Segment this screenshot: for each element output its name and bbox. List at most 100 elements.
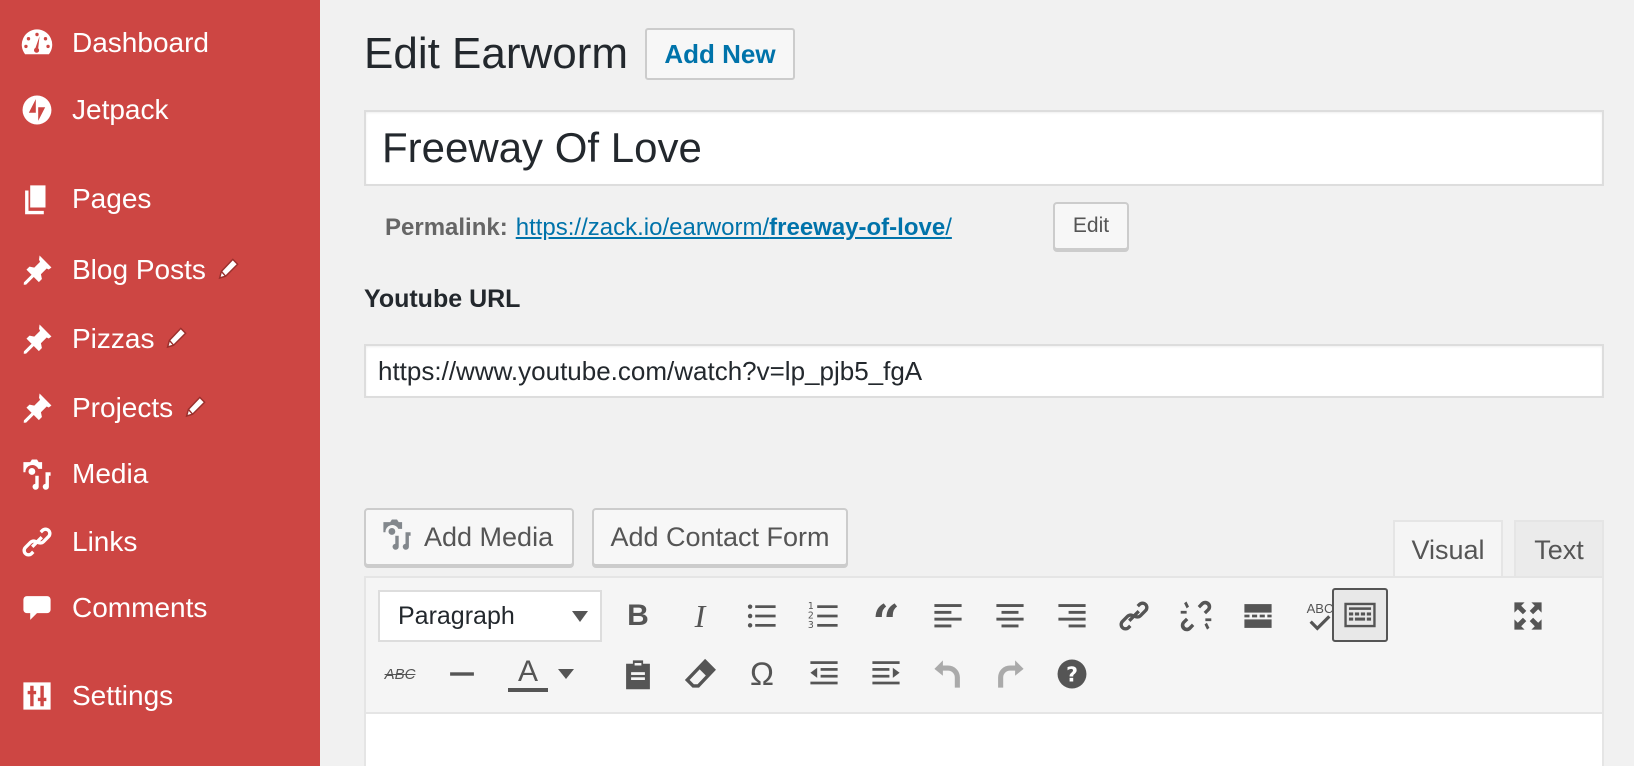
page-title: Edit Earworm [364,29,629,78]
pencil-icon [183,394,207,418]
italic-button[interactable]: I [678,594,722,638]
read-more-icon [1244,604,1272,628]
blockquote-button[interactable]: “ [864,594,908,647]
indent-icon [872,661,900,685]
pin-icon [19,252,55,288]
permalink-slug: freeway-of-love [769,214,946,241]
undo-icon [934,660,960,688]
editor-toolbar: Paragraph B I 123 “ ABC ABC A Ω ? [364,576,1604,766]
align-center-button[interactable] [988,594,1032,638]
youtube-url-label: Youtube URL [364,285,521,313]
spellcheck-icon: ABC [1306,602,1334,631]
increase-indent-button[interactable] [864,652,908,696]
quote-icon: “ [872,595,900,651]
toolbar-toggle-button[interactable] [1332,588,1388,642]
svg-text:3: 3 [808,620,814,631]
bulleted-list-icon [747,604,776,628]
text-color-glyph: A [517,654,538,688]
sidebar-item-comments[interactable]: Comments [0,580,320,636]
dashboard-icon [19,25,55,61]
links-icon [19,524,55,560]
add-contact-form-button[interactable]: Add Contact Form [592,508,848,566]
insert-link-button[interactable] [1112,594,1156,638]
strikethrough-button[interactable]: ABC [378,652,422,696]
sidebar-item-label: Settings [72,680,174,711]
permalink-label: Permalink: [385,214,508,241]
youtube-url-input[interactable]: https://www.youtube.com/watch?v=lp_pjb5_… [364,344,1604,398]
sidebar-item-settings[interactable]: Settings [0,668,320,724]
numbered-list-button[interactable]: 123 [802,594,846,638]
sidebar-item-blog-posts[interactable]: Blog Posts [0,242,320,298]
special-character-button[interactable]: Ω [740,652,784,696]
fullscreen-button[interactable] [1506,594,1550,638]
sidebar-item-label: Dashboard [72,27,209,58]
tab-text[interactable]: Text [1514,520,1604,578]
clear-formatting-button[interactable] [678,652,722,696]
pin-icon [19,390,55,426]
sidebar-item-pizzas[interactable]: Pizzas [0,311,320,367]
numbered-list-icon: 123 [808,601,838,631]
media-icon [380,517,414,558]
svg-text:?: ? [1066,663,1078,687]
undo-button[interactable] [926,652,970,696]
sidebar-item-label: Comments [72,592,208,623]
sidebar-item-label: Pizzas [72,323,155,354]
text-color-icon: A [508,654,548,692]
format-select-value: Paragraph [398,601,515,630]
omega-icon: Ω [750,655,774,692]
sidebar-item-label: Blog Posts [72,254,206,285]
unlink-button[interactable] [1174,594,1218,638]
media-icon [19,456,55,492]
text-color-dropdown[interactable] [552,652,580,696]
pencil-icon [216,256,240,280]
decrease-indent-button[interactable] [802,652,846,696]
sidebar-item-label: Media [72,458,149,489]
sidebar-item-links[interactable]: Links [0,514,320,570]
sidebar-item-jetpack[interactable]: Jetpack [0,82,320,138]
chevron-down-icon [558,669,574,679]
paste-as-text-button[interactable] [616,652,660,696]
read-more-button[interactable] [1236,594,1280,638]
align-center-icon [996,604,1024,628]
add-media-button[interactable]: Add Media [364,508,574,566]
outdent-icon [810,661,838,685]
sidebar-item-projects[interactable]: Projects [0,380,320,436]
sidebar-item-dashboard[interactable]: Dashboard [0,15,320,71]
keyboard-icon [1344,602,1376,628]
italic-icon: I [694,597,706,634]
align-right-button[interactable] [1050,594,1094,638]
align-left-button[interactable] [926,594,970,638]
permalink-base: https://zack.io/earworm/ [515,214,770,241]
text-color-button[interactable]: A [498,652,558,696]
fullscreen-icon [1514,602,1542,630]
bulleted-list-button[interactable] [740,594,784,638]
sidebar-item-label: Links [72,526,138,557]
link-icon [1119,601,1149,631]
post-title-input[interactable]: Freeway Of Love [364,110,1604,186]
tab-visual[interactable]: Visual [1393,520,1503,578]
sidebar-item-label: Projects [72,392,174,423]
sidebar-item-media[interactable]: Media [0,446,320,502]
add-media-label: Add Media [424,521,554,552]
settings-icon [19,678,55,714]
align-left-icon [934,604,962,628]
format-select[interactable]: Paragraph [378,590,602,642]
sidebar-item-pages[interactable]: Pages [0,171,320,227]
horizontal-line-button[interactable] [440,652,484,696]
clipboard-icon [626,660,650,690]
permalink-edit-button[interactable]: Edit [1053,202,1129,250]
main-content: Edit Earworm Add New Freeway Of Love Per… [320,0,1634,766]
sidebar-item-label: Jetpack [72,94,169,125]
pages-icon [19,181,55,217]
bold-icon: B [627,599,649,632]
add-new-button[interactable]: Add New [645,28,795,80]
editor-content-area[interactable] [366,712,1602,766]
strikethrough-icon: ABC [384,665,416,683]
pin-icon [19,321,55,357]
chevron-down-icon [572,611,588,622]
bold-button[interactable]: B [616,594,660,638]
permalink-link[interactable]: https://zack.io/earworm/freeway-of-love/ [516,210,952,246]
help-button[interactable]: ? [1050,652,1094,696]
jetpack-icon [19,92,55,128]
redo-button[interactable] [988,652,1032,696]
